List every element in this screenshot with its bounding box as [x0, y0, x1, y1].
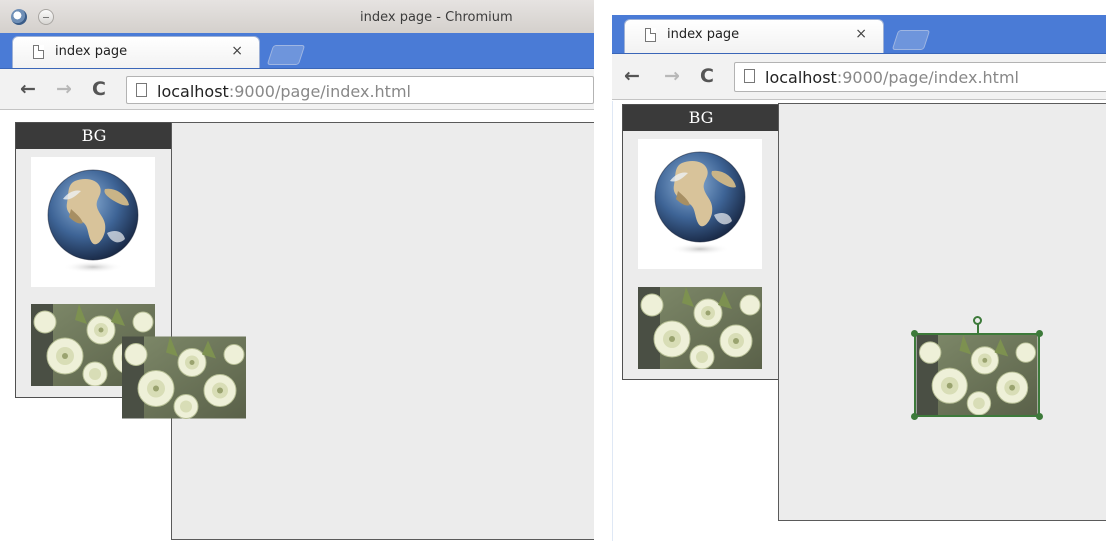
- resize-handle-bottom-left[interactable]: [911, 413, 918, 420]
- forward-arrow-icon[interactable]: →: [664, 65, 680, 87]
- rotate-handle[interactable]: [973, 316, 982, 325]
- tab-index-page[interactable]: index page ×: [624, 19, 884, 53]
- globe-image: [45, 169, 141, 275]
- globe-thumbnail[interactable]: [638, 139, 762, 269]
- bg-panel: BG: [622, 104, 780, 380]
- forward-arrow-icon[interactable]: →: [56, 78, 72, 100]
- tab-strip: index page ×: [0, 33, 594, 69]
- new-tab-button[interactable]: [891, 30, 931, 50]
- address-bar[interactable]: localhost:9000/page/index.html: [734, 62, 1106, 92]
- drop-canvas[interactable]: [778, 103, 1106, 521]
- tab-strip: index page ×: [612, 15, 1106, 54]
- title-bar: index page - Chromium: [0, 0, 594, 33]
- tab-title: index page: [55, 44, 128, 59]
- window-title: index page - Chromium: [360, 10, 513, 25]
- reload-icon[interactable]: C: [700, 65, 714, 87]
- browser-toolbar: ← → C localhost:9000/page/index.html: [0, 69, 594, 110]
- resize-handle-bottom-right[interactable]: [1036, 413, 1043, 420]
- browser-toolbar: ← → C localhost:9000/page/index.html: [612, 54, 1106, 100]
- bg-panel-header: BG: [623, 105, 779, 131]
- chromium-window-right: index page × ← → C localhost:9000/page/i…: [612, 0, 1106, 541]
- page-icon: [744, 69, 755, 83]
- tab-title: index page: [667, 27, 740, 42]
- tab-index-page[interactable]: index page ×: [12, 36, 260, 68]
- address-text: localhost:9000/page/index.html: [765, 68, 1019, 87]
- flowers-image: [916, 335, 1038, 415]
- bg-panel-header: BG: [16, 123, 172, 149]
- reload-icon[interactable]: C: [92, 78, 106, 100]
- chromium-window-left: index page - Chromium index page × ← → C…: [0, 0, 594, 541]
- address-text: localhost:9000/page/index.html: [157, 82, 411, 101]
- page-icon: [33, 45, 44, 59]
- back-arrow-icon[interactable]: ←: [624, 65, 640, 87]
- address-bar[interactable]: localhost:9000/page/index.html: [126, 76, 594, 104]
- tab-close-icon[interactable]: ×: [855, 26, 867, 42]
- tab-close-icon[interactable]: ×: [231, 43, 243, 59]
- chromium-logo-icon: [11, 9, 27, 25]
- globe-thumbnail[interactable]: [31, 157, 155, 287]
- drop-canvas[interactable]: [171, 122, 594, 540]
- page-viewport: BG: [0, 111, 594, 541]
- address-path: :9000/page/index.html: [836, 68, 1019, 87]
- minimize-button[interactable]: [38, 9, 54, 25]
- selected-flowers-image[interactable]: [911, 316, 1043, 420]
- address-host: localhost: [765, 68, 837, 87]
- flowers-thumbnail[interactable]: [638, 287, 762, 369]
- dragged-flowers-image[interactable]: [122, 336, 246, 419]
- page-viewport: BG: [612, 101, 1106, 541]
- address-host: localhost: [157, 82, 229, 101]
- page-icon: [136, 83, 147, 97]
- back-arrow-icon[interactable]: ←: [20, 78, 36, 100]
- resize-handle-top-right[interactable]: [1036, 330, 1043, 337]
- resize-handle-top-left[interactable]: [911, 330, 918, 337]
- globe-image: [652, 151, 748, 257]
- new-tab-button[interactable]: [266, 45, 306, 65]
- page-icon: [645, 28, 656, 42]
- window-top-edge: [612, 0, 1106, 15]
- address-path: :9000/page/index.html: [228, 82, 411, 101]
